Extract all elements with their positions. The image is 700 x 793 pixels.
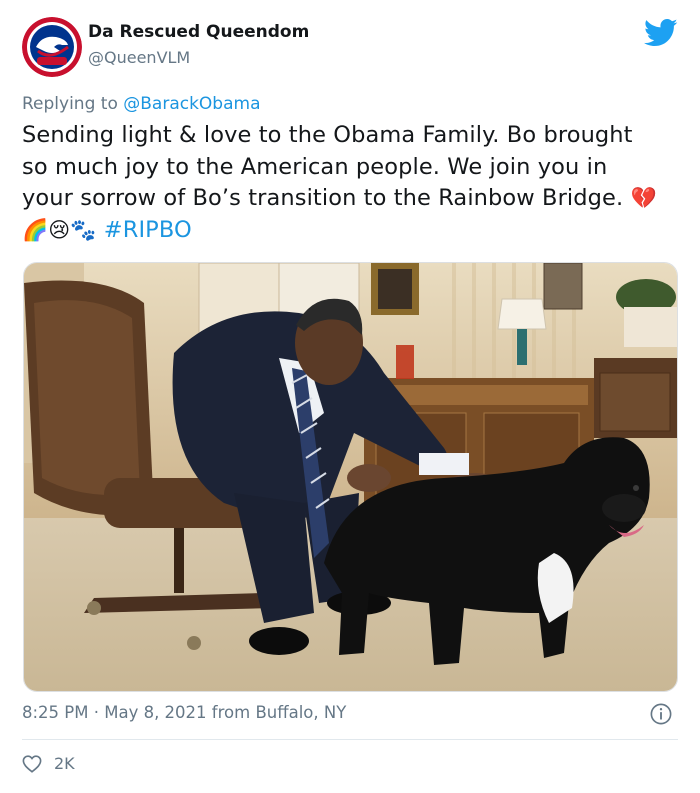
avatar[interactable] bbox=[22, 17, 82, 77]
hashtag-link[interactable]: #RIPBO bbox=[104, 217, 192, 243]
rainbow-emoji: 🌈 bbox=[22, 217, 49, 242]
display-name[interactable]: Da Rescued Queendom bbox=[88, 22, 309, 42]
like-action[interactable]: 2K bbox=[22, 754, 75, 773]
tweet-body: Sending light & love to the Obama Family… bbox=[22, 122, 633, 211]
replying-prefix: Replying to bbox=[22, 94, 118, 114]
paw-prints-emoji: 🐾 bbox=[70, 217, 97, 242]
like-count: 2K bbox=[54, 754, 75, 773]
heart-icon[interactable] bbox=[22, 754, 42, 773]
mention-link[interactable]: @BarackObama bbox=[123, 94, 260, 114]
user-handle[interactable]: @QueenVLM bbox=[88, 48, 190, 67]
oval-office-dog-photo bbox=[24, 263, 677, 691]
divider bbox=[22, 739, 678, 740]
twitter-bird-icon[interactable] bbox=[644, 18, 678, 48]
info-icon[interactable] bbox=[650, 703, 672, 725]
tweet-photo[interactable] bbox=[23, 262, 678, 692]
buffalo-bills-badge-icon bbox=[22, 17, 82, 77]
replying-to: Replying to @BarackObama bbox=[22, 94, 261, 114]
crying-face-emoji: 😢 bbox=[48, 217, 71, 242]
broken-heart-emoji: 💔 bbox=[630, 186, 657, 210]
tweet-timestamp[interactable]: 8:25 PM · May 8, 2021 from Buffalo, NY bbox=[22, 703, 346, 722]
tweet-text: Sending light & love to the Obama Family… bbox=[22, 120, 662, 246]
